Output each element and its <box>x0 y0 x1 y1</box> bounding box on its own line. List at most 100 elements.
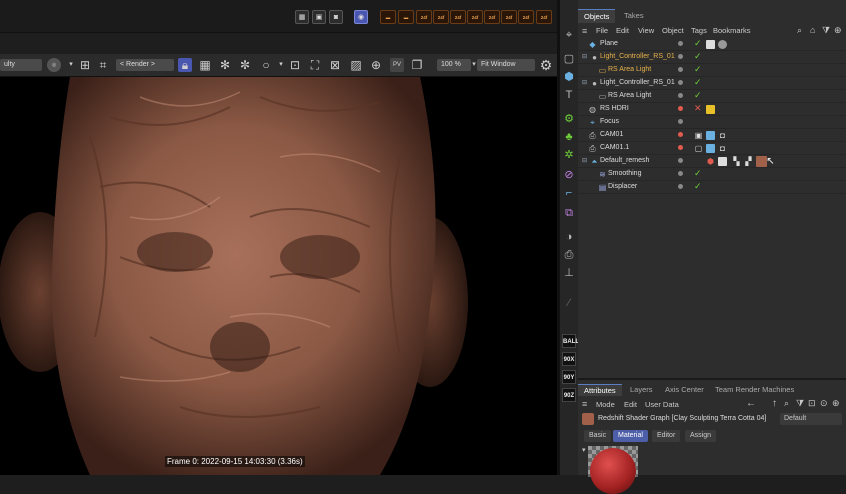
texture-tag-icon[interactable] <box>718 157 727 166</box>
rotate-z-button[interactable]: 90Z <box>562 388 576 402</box>
visibility-dot[interactable] <box>678 54 683 59</box>
visibility-dot[interactable] <box>678 106 683 111</box>
subtab-basic[interactable]: Basic <box>584 430 612 442</box>
generator-icon[interactable]: ⚙ <box>562 112 576 126</box>
tag-icon[interactable] <box>706 131 715 140</box>
subtab-editor[interactable]: Editor <box>652 430 681 442</box>
frame-rate-button[interactable]: 24f <box>433 10 449 24</box>
tab-layers[interactable]: Layers <box>624 384 659 396</box>
chevron-down-icon[interactable]: ▾ <box>274 58 288 72</box>
list-item[interactable]: ▭ RS Area Light ✓ <box>578 64 846 77</box>
enabled-check-icon[interactable]: ✓ <box>694 64 702 75</box>
list-item[interactable]: ⊟ ⏶ Default_remesh ⬢ ▚ ▞ ↖ <box>578 155 846 168</box>
menu-mode[interactable]: Mode <box>596 400 615 409</box>
timeline-icon[interactable]: ▬ <box>398 10 414 24</box>
visibility-dot[interactable] <box>678 67 683 72</box>
tab-axis-center[interactable]: Axis Center <box>659 384 710 396</box>
grid-overlay-icon[interactable]: ⊞ <box>78 58 92 72</box>
picture-viewer-icon[interactable]: PV <box>390 58 404 72</box>
arrow-up-icon[interactable]: ↑ <box>772 398 777 409</box>
add-image-icon[interactable]: ⊕ <box>369 58 383 72</box>
search-icon[interactable]: ⌕ <box>797 25 802 36</box>
collapse-icon[interactable]: ⊟ <box>580 157 589 166</box>
visibility-dot[interactable] <box>678 145 683 150</box>
render-settings-icon[interactable]: ◙ <box>329 10 343 24</box>
circle-icon[interactable]: ○ <box>259 58 273 72</box>
grid-icon[interactable]: ▦ <box>198 58 212 72</box>
tab-takes[interactable]: Takes <box>618 9 650 23</box>
menu-bookmarks[interactable]: Bookmarks <box>713 26 751 35</box>
zoom-field[interactable]: 100 % <box>437 59 471 71</box>
visibility-dot[interactable] <box>678 41 683 46</box>
array-icon[interactable]: ♣ <box>562 130 576 144</box>
camera-icon[interactable]: ⌖ <box>562 28 576 42</box>
timeline-icon[interactable]: ▬ <box>380 10 396 24</box>
enabled-check-icon[interactable]: ✓ <box>694 168 702 179</box>
collapse-icon[interactable]: ⊟ <box>580 79 589 88</box>
list-item[interactable]: ◆ Plane ✓ <box>578 38 846 51</box>
rotate-y-button[interactable]: 90Y <box>562 370 576 384</box>
visibility-dot[interactable] <box>678 158 683 163</box>
enabled-check-icon[interactable]: ✓ <box>694 77 702 88</box>
menu-user-data[interactable]: User Data <box>645 400 679 409</box>
arrow-left-icon[interactable]: ← <box>746 398 756 409</box>
menu-object[interactable]: Object <box>662 26 684 35</box>
text-icon[interactable]: T <box>562 88 576 102</box>
add-icon[interactable]: ⊕ <box>832 398 840 409</box>
visibility-dot[interactable] <box>678 171 683 176</box>
enabled-check-icon[interactable]: ✓ <box>694 38 702 49</box>
filter-icon[interactable]: ⧩ <box>822 25 830 36</box>
list-item[interactable]: ⊟ ● Light_Controller_RS_01 ✓ <box>578 51 846 64</box>
gear-icon[interactable]: ⚙ <box>539 58 553 72</box>
list-item[interactable]: ◍ RS HDRI ✕ <box>578 103 846 116</box>
list-item[interactable]: ≋ Smoothing ✓ <box>578 168 846 181</box>
cube-icon[interactable]: ⬢ <box>562 70 576 84</box>
disabled-cross-icon[interactable]: ✕ <box>694 103 702 114</box>
cube-tag-icon[interactable]: ⬢ <box>706 157 715 166</box>
crop-icon[interactable]: ⌗ <box>96 58 110 72</box>
camera-tool-icon[interactable]: ⎙ <box>562 248 576 262</box>
new-panel-icon[interactable]: ⊙ <box>820 398 828 409</box>
list-item[interactable]: ⊟ ● Light_Controller_RS_01 ✓ <box>578 77 846 90</box>
rotate-x-button[interactable]: 90X <box>562 352 576 366</box>
enabled-check-icon[interactable]: ✓ <box>694 51 702 62</box>
menu-file[interactable]: File <box>596 26 608 35</box>
subtab-assign[interactable]: Assign <box>685 430 717 442</box>
menu-edit[interactable]: Edit <box>624 400 637 409</box>
frame-rate-button[interactable]: 24f <box>501 10 517 24</box>
snowflake-icon[interactable]: ✻ <box>218 58 232 72</box>
clapper-icon[interactable]: ▦ <box>295 10 309 24</box>
ball-button[interactable]: BALL <box>562 334 579 348</box>
visibility-dot[interactable] <box>678 184 683 189</box>
texture-tag-icon[interactable] <box>706 40 715 49</box>
add-icon[interactable]: ⊕ <box>834 25 842 36</box>
subtab-material[interactable]: Material <box>613 430 648 442</box>
display-mode-icon[interactable]: ◎ <box>47 58 61 72</box>
spline-icon[interactable]: ⌐ <box>562 186 576 200</box>
deformer-icon[interactable]: ✲ <box>562 148 576 162</box>
frame-rate-button[interactable]: 24f <box>536 10 552 24</box>
search-icon[interactable]: ⌕ <box>784 398 789 409</box>
square-icon[interactable]: ▢ <box>562 52 576 66</box>
collapse-icon[interactable]: ⊟ <box>580 53 589 62</box>
view-mode-dropdown[interactable]: ulty <box>0 59 42 71</box>
image-icon[interactable]: ▨ <box>349 58 363 72</box>
list-item[interactable]: ▭ RS Area Light ✓ <box>578 90 846 103</box>
lock-icon[interactable]: 🔒︎ <box>178 58 192 72</box>
list-item[interactable]: ▤ Displacer ✓ <box>578 181 846 194</box>
light-icon[interactable]: ⊥ <box>562 266 576 280</box>
material-tag-icon[interactable] <box>718 40 727 49</box>
chevron-down-icon[interactable]: ▾ <box>64 58 78 72</box>
checker-tag-icon[interactable]: ▚ <box>732 157 741 166</box>
camera-icon[interactable]: ◘ <box>718 131 727 140</box>
enabled-check-icon[interactable]: ✓ <box>694 181 702 192</box>
snowflake-grid-icon[interactable]: ✼ <box>238 58 252 72</box>
brush-icon[interactable]: ⁄ <box>562 296 576 310</box>
camera-tag-icon[interactable]: ▢ <box>694 144 703 153</box>
tag-icon[interactable] <box>706 144 715 153</box>
copy-icon[interactable]: ❐ <box>410 58 424 72</box>
home-icon[interactable]: ⌂ <box>810 25 815 35</box>
tag-icon[interactable] <box>706 105 715 114</box>
preset-dropdown[interactable]: Default <box>780 413 842 425</box>
visibility-dot[interactable] <box>678 132 683 137</box>
